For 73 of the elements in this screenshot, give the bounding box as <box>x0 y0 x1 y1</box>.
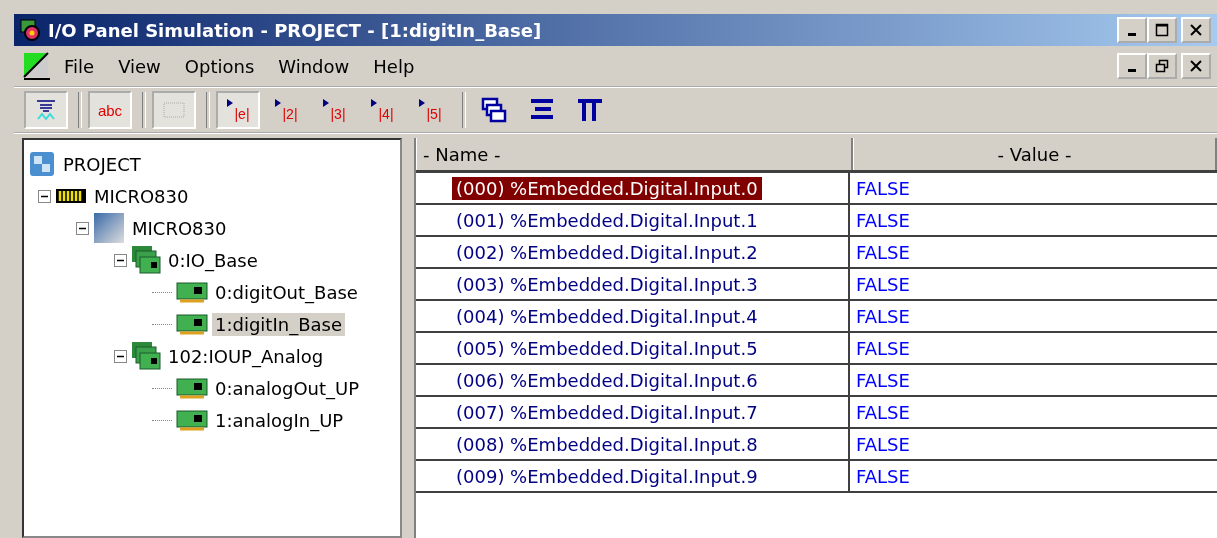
cascade-icon <box>481 97 507 123</box>
close-button[interactable] <box>1181 53 1211 79</box>
tree-item[interactable]: PROJECT <box>60 152 144 176</box>
toolbar-button[interactable]: |e| <box>216 91 260 129</box>
maximize-icon <box>1155 23 1169 37</box>
expander-icon[interactable] <box>76 221 89 235</box>
columns-icon <box>577 97 603 123</box>
arrow-icon <box>226 98 235 108</box>
toolbar-button[interactable] <box>24 91 68 129</box>
table-cell-text: FALSE <box>855 240 910 265</box>
arrow-icon <box>418 98 427 108</box>
minimize-button[interactable] <box>1117 53 1147 79</box>
menu-item[interactable]: Options <box>172 55 267 77</box>
table-cell[interactable]: (004) %Embedded.Digital.Input.4 <box>452 304 762 328</box>
controller-icon <box>55 186 87 206</box>
minimize-button[interactable] <box>1117 17 1147 43</box>
tree-item[interactable]: 0:analogOut_UP <box>212 376 363 400</box>
close-icon <box>1189 59 1203 73</box>
arrow-icon <box>322 98 331 108</box>
table-cell-text: FALSE <box>855 464 910 489</box>
table-cell[interactable]: (007) %Embedded.Digital.Input.7 <box>452 400 762 424</box>
column-header[interactable]: - Name - <box>416 138 853 170</box>
table-cell[interactable]: (003) %Embedded.Digital.Input.3 <box>452 272 762 296</box>
table-cell-text: FALSE <box>855 400 910 425</box>
module-card-icon <box>176 281 208 303</box>
document-icon <box>22 51 52 81</box>
maximize-button[interactable] <box>1147 17 1177 43</box>
table-cell-text: FALSE <box>855 272 910 297</box>
restore-button[interactable] <box>1147 53 1177 79</box>
column-header[interactable]: - Value - <box>853 138 1217 170</box>
tree-item[interactable]: MICRO830 <box>129 216 230 240</box>
arrow-icon <box>370 98 379 108</box>
table-cell-text: FALSE <box>855 304 910 329</box>
table-cell[interactable]: (002) %Embedded.Digital.Input.2 <box>452 240 762 264</box>
project-icon <box>28 150 56 178</box>
module-card-icon <box>176 409 208 431</box>
tree-item[interactable]: 0:IO_Base <box>165 248 261 272</box>
table-cell[interactable]: (001) %Embedded.Digital.Input.1 <box>452 208 762 232</box>
menu-item[interactable]: View <box>106 55 173 77</box>
expander-icon[interactable] <box>114 253 127 267</box>
menu-item[interactable]: Window <box>266 55 362 77</box>
table-cell[interactable]: (008) %Embedded.Digital.Input.8 <box>452 432 762 456</box>
tree-item[interactable]: 102:IOUP_Analog <box>165 344 327 368</box>
table-cell[interactable]: (006) %Embedded.Digital.Input.6 <box>452 368 762 392</box>
module-card-icon <box>176 377 208 399</box>
window-title: I/O Panel Simulation - PROJECT - [1:digitIn_Base] <box>48 19 542 41</box>
tree-item[interactable]: 1:digitIn_Base <box>212 312 345 336</box>
close-icon <box>1189 23 1203 37</box>
toolbar-button[interactable]: abc <box>88 91 132 129</box>
expander-icon[interactable] <box>38 189 51 203</box>
restore-icon <box>1155 59 1169 73</box>
arrow-icon <box>274 98 283 108</box>
module-stack-icon <box>131 341 161 371</box>
tree-item[interactable]: MICRO830 <box>91 184 192 208</box>
table-cell-text: FALSE <box>855 336 910 361</box>
close-button[interactable] <box>1181 17 1211 43</box>
table-cell-text: FALSE <box>855 432 910 457</box>
menu-item[interactable]: Help <box>361 55 427 77</box>
expander-icon[interactable] <box>114 349 127 363</box>
menu-item[interactable]: File <box>52 55 107 77</box>
tree-item[interactable]: 0:digitOut_Base <box>212 280 361 304</box>
module-card-icon <box>176 313 208 335</box>
minimize-icon <box>1128 69 1136 72</box>
tree-item[interactable]: 1:analogIn_UP <box>212 408 347 432</box>
table-cell-text: FALSE <box>855 176 910 201</box>
table-cell[interactable]: (005) %Embedded.Digital.Input.5 <box>452 336 762 360</box>
table-cell-text: FALSE <box>855 208 910 233</box>
table-cell-text: FALSE <box>855 368 910 393</box>
table-cell[interactable]: (009) %Embedded.Digital.Input.9 <box>452 464 762 488</box>
module-stack-icon <box>131 245 161 275</box>
minimize-icon <box>1128 33 1136 36</box>
cpu-icon <box>93 212 125 244</box>
table-cell[interactable]: (000) %Embedded.Digital.Input.0 <box>452 176 762 200</box>
